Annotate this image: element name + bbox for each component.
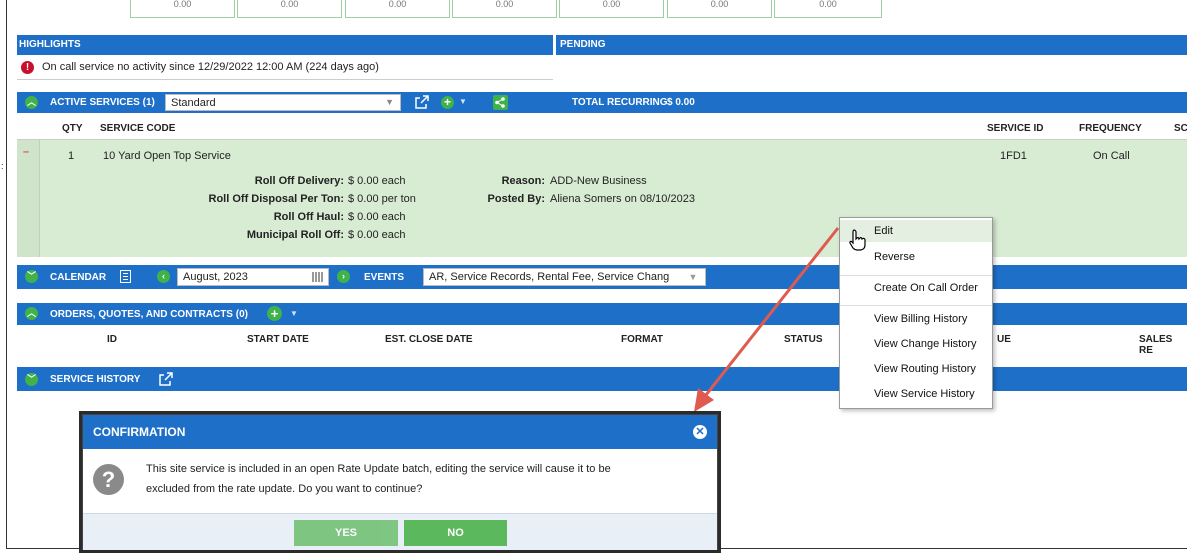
top-value-box: 0.00 bbox=[559, 0, 664, 18]
detail-label: Municipal Roll Off: bbox=[246, 229, 344, 241]
top-value-box: 0.00 bbox=[452, 0, 557, 18]
pending-title: PENDING bbox=[560, 39, 606, 50]
chevron-down-icon[interactable]: ▼ bbox=[290, 309, 298, 318]
col-id: ID bbox=[107, 334, 117, 345]
menu-item-view-billing-history[interactable]: View Billing History bbox=[840, 307, 992, 331]
add-icon[interactable]: + bbox=[267, 306, 282, 321]
no-button[interactable]: NO bbox=[404, 520, 507, 546]
expand-down-icon[interactable]: ﹀ bbox=[25, 373, 38, 386]
detail-value: $ 0.00 each bbox=[348, 229, 406, 241]
highlights-title: HIGHLIGHTS bbox=[19, 39, 81, 50]
reason-label: Reason: bbox=[501, 175, 545, 187]
expand-down-icon[interactable]: ﹀ bbox=[25, 270, 38, 283]
menu-item-create-on-call-order[interactable]: Create On Call Order bbox=[840, 276, 992, 300]
service-history-title: SERVICE HISTORY bbox=[50, 374, 141, 385]
annotation-arrow bbox=[694, 227, 840, 412]
col-service-id: SERVICE ID bbox=[987, 123, 1044, 134]
col-service-code: SERVICE CODE bbox=[100, 123, 176, 134]
menu-item-view-routing-history[interactable]: View Routing History bbox=[840, 357, 992, 381]
menu-item-view-service-history[interactable]: View Service History bbox=[840, 382, 992, 406]
orders-title: ORDERS, QUOTES, AND CONTRACTS (0) bbox=[50, 309, 248, 320]
col-qty: QTY bbox=[62, 123, 83, 134]
collapse-up-icon[interactable]: ︿ bbox=[25, 96, 38, 109]
question-icon: ? bbox=[93, 464, 124, 495]
top-value-box: 0.00 bbox=[345, 0, 450, 18]
col-sc: SC bbox=[1174, 123, 1187, 134]
row-frequency: On Call bbox=[1093, 150, 1130, 162]
add-icon[interactable]: + bbox=[441, 96, 454, 109]
chevron-down-icon: ▼ bbox=[385, 97, 394, 107]
active-services-bar: ︿ ACTIVE SERVICES (1) Standard ▼ + ▼ TOT… bbox=[17, 92, 1187, 113]
service-view-value: Standard bbox=[171, 97, 216, 109]
detail-value: $ 0.00 per ton bbox=[348, 193, 416, 205]
total-recurring-label: TOTAL RECURRING bbox=[572, 97, 668, 108]
events-select[interactable]: AR, Service Records, Rental Fee, Service… bbox=[423, 268, 706, 286]
service-view-select[interactable]: Standard ▼ bbox=[165, 94, 401, 111]
next-month-icon[interactable]: › bbox=[337, 270, 350, 283]
menu-separator bbox=[840, 305, 992, 306]
events-value: AR, Service Records, Rental Fee, Service… bbox=[429, 271, 670, 283]
yes-button[interactable]: YES bbox=[294, 520, 398, 546]
detail-label: Roll Off Disposal Per Ton: bbox=[208, 193, 344, 205]
calendar-icon[interactable] bbox=[120, 270, 131, 283]
detail-label: Roll Off Delivery: bbox=[254, 175, 344, 187]
events-label: EVENTS bbox=[364, 272, 405, 283]
dialog-title: CONFIRMATION bbox=[93, 425, 186, 439]
top-value-box: 0.00 bbox=[774, 0, 882, 18]
detail-value: $ 0.00 each bbox=[348, 175, 406, 187]
total-recurring-value: $ 0.00 bbox=[667, 97, 695, 108]
top-value-box: 0.00 bbox=[130, 0, 235, 18]
dialog-header: CONFIRMATION ✕ bbox=[83, 415, 717, 449]
month-value: August, 2023 bbox=[183, 271, 248, 283]
col-ue: UE bbox=[997, 334, 1011, 345]
highlights-bar: HIGHLIGHTS bbox=[17, 35, 553, 55]
month-picker[interactable]: August, 2023 bbox=[177, 268, 329, 286]
posted-by-label: Posted By: bbox=[487, 193, 545, 205]
row-qty: 1 bbox=[68, 150, 75, 162]
share-icon[interactable] bbox=[493, 95, 508, 110]
confirmation-dialog: CONFIRMATION ✕ ? This site service is in… bbox=[82, 414, 718, 550]
calendar-grid-icon[interactable] bbox=[312, 272, 323, 282]
alert-icon: ! bbox=[21, 61, 34, 74]
external-link-icon[interactable] bbox=[415, 95, 429, 109]
divider bbox=[17, 79, 553, 80]
top-value-box: 0.00 bbox=[237, 0, 342, 18]
orders-bar: ︿ ORDERS, QUOTES, AND CONTRACTS (0) + ▼ bbox=[17, 303, 1187, 325]
col-format: FORMAT bbox=[621, 334, 664, 345]
row-service-code: 10 Yard Open Top Service bbox=[103, 150, 231, 162]
pending-bar: PENDING bbox=[556, 35, 1187, 55]
detail-label: Roll Off Haul: bbox=[273, 211, 344, 223]
reason-value: ADD-New Business bbox=[550, 175, 647, 187]
detail-value: $ 0.00 each bbox=[348, 211, 406, 223]
dialog-footer: YES NO bbox=[83, 513, 717, 550]
calendar-title: CALENDAR bbox=[50, 272, 107, 283]
chevron-down-icon[interactable]: ▼ bbox=[459, 97, 467, 106]
collapse-icon[interactable]: – bbox=[23, 146, 29, 158]
top-value-box: 0.00 bbox=[667, 0, 772, 18]
dialog-message-line2: excluded from the rate update. Do you wa… bbox=[146, 483, 423, 495]
posted-by-value: Aliena Somers on 08/10/2023 bbox=[550, 193, 695, 205]
close-icon[interactable]: ✕ bbox=[693, 425, 707, 439]
dialog-message-line1: This site service is included in an open… bbox=[146, 463, 611, 475]
service-row[interactable]: – 1 10 Yard Open Top Service 1FD1 On Cal… bbox=[17, 140, 1187, 257]
row-service-id: 1FD1 bbox=[1000, 150, 1027, 162]
active-services-title: ACTIVE SERVICES (1) bbox=[50, 97, 155, 108]
menu-item-view-change-history[interactable]: View Change History bbox=[840, 332, 992, 356]
collapse-up-icon[interactable]: ︿ bbox=[25, 307, 38, 320]
calendar-bar: ﹀ CALENDAR ‹ August, 2023 › EVENTS AR, S… bbox=[17, 265, 1187, 289]
row-toggle[interactable]: – bbox=[17, 140, 40, 257]
prev-month-icon[interactable]: ‹ bbox=[157, 270, 170, 283]
col-frequency: FREQUENCY bbox=[1079, 123, 1142, 134]
service-history-bar: ﹀ SERVICE HISTORY bbox=[17, 367, 1187, 391]
edge-mark: : bbox=[1, 161, 4, 171]
highlight-message: On call service no activity since 12/29/… bbox=[42, 61, 379, 73]
external-link-icon[interactable] bbox=[159, 372, 173, 386]
col-sales-rep: SALES RE bbox=[1139, 334, 1173, 356]
col-start-date: START DATE bbox=[247, 334, 309, 345]
col-est-close-date: EST. CLOSE DATE bbox=[385, 334, 473, 345]
